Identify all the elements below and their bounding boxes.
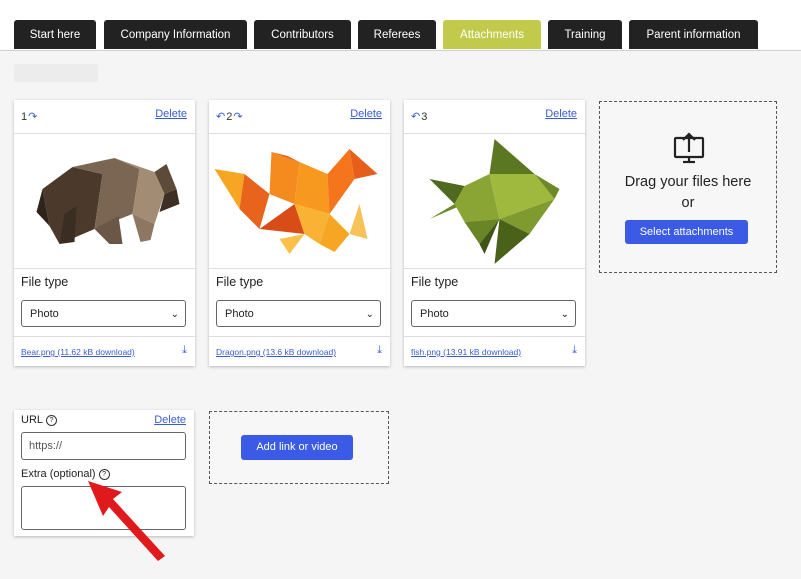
tab-parent-information[interactable]: Parent information <box>629 20 758 49</box>
dragon-image <box>214 149 378 254</box>
order-indicator: ↶ 3 <box>411 110 428 124</box>
card-header: ↶ 2 ↷ Delete <box>209 100 390 134</box>
help-icon[interactable]: ? <box>46 415 58 426</box>
bear-image <box>36 158 180 244</box>
delete-link[interactable]: Delete <box>545 108 577 120</box>
image-preview <box>14 134 195 269</box>
file-download-link[interactable]: Bear.png (11.62 kB download) <box>21 347 135 357</box>
select-attachments-button[interactable]: Select attachments <box>625 220 748 244</box>
faded-heading <box>14 64 98 82</box>
file-type-label: File type <box>216 275 264 289</box>
image-preview <box>404 134 585 269</box>
file-type-label: File type <box>411 275 459 289</box>
chevron-down-icon: ⌄ <box>560 309 569 320</box>
drag-files-label: Drag your files here <box>624 174 752 190</box>
delete-link[interactable]: Delete <box>154 414 186 426</box>
fish-image <box>429 139 560 264</box>
card-header: ↶ 3 Delete <box>404 100 585 134</box>
add-link-button[interactable]: Add link or video <box>241 435 353 460</box>
move-right-icon[interactable]: ↷ <box>233 110 242 123</box>
chevron-down-icon: ⌄ <box>365 309 374 320</box>
extra-label: Extra (optional) <box>21 468 96 480</box>
upload-icon <box>673 132 705 164</box>
move-right-icon[interactable]: ↷ <box>28 110 37 123</box>
file-type-value: Photo <box>30 308 59 320</box>
card-footer: Dragon.png (13.6 kB download) ⤓ <box>209 336 390 367</box>
card-footer: fish.png (13.91 kB download) ⤓ <box>404 336 585 367</box>
tab-bar: Start here Company Information Contribut… <box>0 0 801 51</box>
or-label: or <box>681 195 695 211</box>
link-dropzone: Add link or video <box>209 411 389 484</box>
download-icon[interactable]: ⤓ <box>572 344 577 357</box>
image-preview <box>209 134 390 269</box>
url-card: URL? Delete https:// Extra (optional)? <box>14 410 194 536</box>
dropzone-text: Drag your files here or <box>600 172 776 214</box>
tab-start-here[interactable]: Start here <box>14 20 96 49</box>
tab-attachments[interactable]: Attachments <box>443 20 541 49</box>
tab-referees[interactable]: Referees <box>358 20 436 49</box>
tab-contributors[interactable]: Contributors <box>254 20 351 49</box>
order-number: 1 <box>21 110 28 123</box>
download-icon[interactable]: ⤓ <box>377 344 382 357</box>
url-label: URL <box>21 414 44 426</box>
chevron-down-icon: ⌄ <box>170 309 179 320</box>
file-type-select[interactable]: Photo ⌄ <box>216 300 381 327</box>
order-number: 3 <box>421 110 428 123</box>
order-indicator: ↶ 2 ↷ <box>216 110 243 124</box>
attachment-card: 1 ↷ Delete File type Photo ⌄ Bear.png (1… <box>14 100 195 366</box>
move-left-icon[interactable]: ↶ <box>411 110 420 123</box>
attachment-card: ↶ 3 Delete File type Photo ⌄ fish.png (1… <box>404 100 585 366</box>
download-icon[interactable]: ⤓ <box>182 344 187 357</box>
attachment-card: ↶ 2 ↷ Delete File type Photo ⌄ Dragon.pn… <box>209 100 390 366</box>
extra-textarea[interactable] <box>21 486 186 530</box>
delete-link[interactable]: Delete <box>350 108 382 120</box>
file-type-value: Photo <box>420 308 449 320</box>
file-type-select[interactable]: Photo ⌄ <box>21 300 186 327</box>
file-type-label: File type <box>21 275 69 289</box>
file-type-select[interactable]: Photo ⌄ <box>411 300 576 327</box>
help-icon[interactable]: ? <box>98 469 110 480</box>
file-dropzone[interactable]: Drag your files here or Select attachmen… <box>599 101 777 273</box>
card-header: 1 ↷ Delete <box>14 100 195 134</box>
tab-training[interactable]: Training <box>548 20 622 49</box>
move-left-icon[interactable]: ↶ <box>216 110 225 123</box>
url-label-row: URL? <box>21 414 58 426</box>
order-number: 2 <box>226 110 233 123</box>
file-download-link[interactable]: Dragon.png (13.6 kB download) <box>216 347 336 357</box>
extra-label-row: Extra (optional)? <box>21 468 110 480</box>
order-indicator: 1 ↷ <box>21 110 37 124</box>
card-footer: Bear.png (11.62 kB download) ⤓ <box>14 336 195 367</box>
url-input[interactable]: https:// <box>21 432 186 460</box>
file-type-value: Photo <box>225 308 254 320</box>
delete-link[interactable]: Delete <box>155 108 187 120</box>
tab-company-information[interactable]: Company Information <box>104 20 247 49</box>
file-download-link[interactable]: fish.png (13.91 kB download) <box>411 347 521 357</box>
